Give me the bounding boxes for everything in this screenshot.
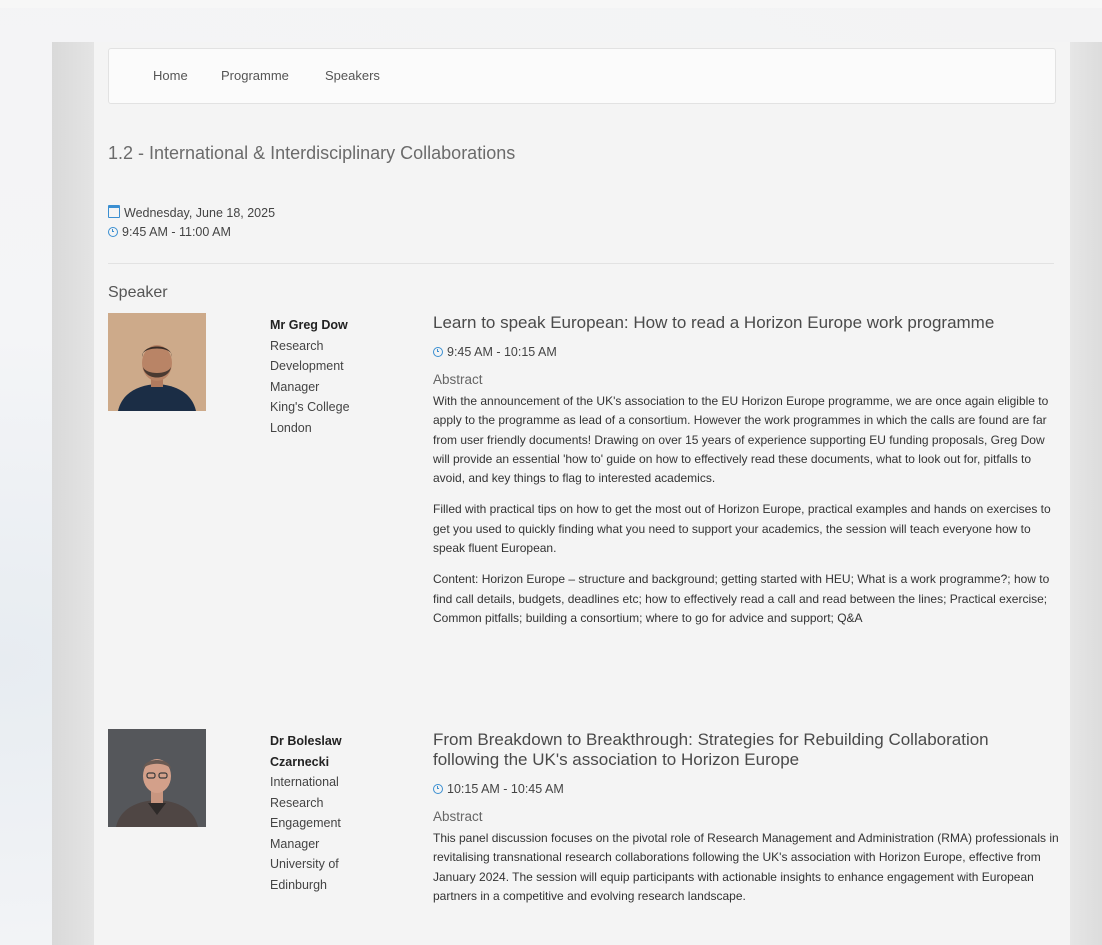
abstract-paragraph: Filled with practical tips on how to get… <box>433 502 1051 556</box>
talk-time: 9:45 AM - 10:15 AM <box>447 345 557 359</box>
session-title: 1.2 - International & Interdisciplinary … <box>108 143 516 163</box>
talk-boleslaw-czarnecki: From Breakdown to Breakthrough: Strategi… <box>433 730 1059 918</box>
speaker-portrait-image <box>108 313 206 411</box>
nav-speakers-link[interactable]: Speakers <box>325 68 380 83</box>
abstract-text: This panel discussion focuses on the piv… <box>433 829 1059 906</box>
speaker-organisation: King's College London <box>270 400 350 435</box>
clock-icon <box>433 347 443 357</box>
talk-greg-dow: Learn to speak European: How to read a H… <box>433 313 1059 640</box>
abstract-paragraph: Content: Horizon Europe – structure and … <box>433 572 1050 625</box>
speaker-role: Research Development Manager <box>270 338 344 394</box>
speaker-info-greg-dow: Mr Greg Dow Research Development Manager… <box>270 315 390 438</box>
speaker-photo-greg-dow[interactable] <box>108 313 206 411</box>
abstract-text: With the announcement of the UK's associ… <box>433 392 1059 628</box>
speaker-portrait-image <box>108 729 206 827</box>
abstract-paragraph: With the announcement of the UK's associ… <box>433 394 1049 486</box>
abstract-paragraph: This panel discussion focuses on the piv… <box>433 831 1059 903</box>
talk-title: From Breakdown to Breakthrough: Strategi… <box>433 730 989 769</box>
top-strip <box>0 0 1102 8</box>
speaker-name[interactable]: Dr Boleslaw Czarnecki <box>270 731 390 772</box>
session-time-row: 9:45 AM - 11:00 AM <box>108 225 231 239</box>
nav-programme-link[interactable]: Programme <box>221 68 289 83</box>
clock-icon <box>433 784 443 794</box>
talk-time-row: 9:45 AM - 10:15 AM <box>433 345 1059 359</box>
speaker-name[interactable]: Mr Greg Dow <box>270 315 390 336</box>
left-gutter <box>52 42 94 945</box>
calendar-icon <box>108 205 120 218</box>
talk-title: Learn to speak European: How to read a H… <box>433 313 995 332</box>
section-divider <box>108 263 1054 264</box>
nav-home-link[interactable]: Home <box>153 68 188 83</box>
session-date: Wednesday, June 18, 2025 <box>124 206 276 220</box>
speaker-role: International Research Engagement Manage… <box>270 775 341 851</box>
abstract-label: Abstract <box>433 809 483 824</box>
session-date-row: Wednesday, June 18, 2025 <box>108 205 275 220</box>
talk-time-row: 10:15 AM - 10:45 AM <box>433 782 1059 796</box>
speaker-info-boleslaw-czarnecki: Dr Boleslaw Czarnecki International Rese… <box>270 731 390 895</box>
session-time: 9:45 AM - 11:00 AM <box>122 225 231 239</box>
speaker-photo-boleslaw-czarnecki[interactable] <box>108 729 206 827</box>
right-gutter <box>1070 42 1102 945</box>
session-page: Home Programme Speakers 1.2 - Internatio… <box>94 42 1070 945</box>
talk-time: 10:15 AM - 10:45 AM <box>447 782 564 796</box>
top-navigation: Home Programme Speakers <box>108 48 1056 104</box>
abstract-label: Abstract <box>433 372 483 387</box>
speaker-organisation: University of Edinburgh <box>270 857 339 892</box>
speaker-section-heading: Speaker <box>108 284 168 301</box>
clock-icon <box>108 227 118 237</box>
